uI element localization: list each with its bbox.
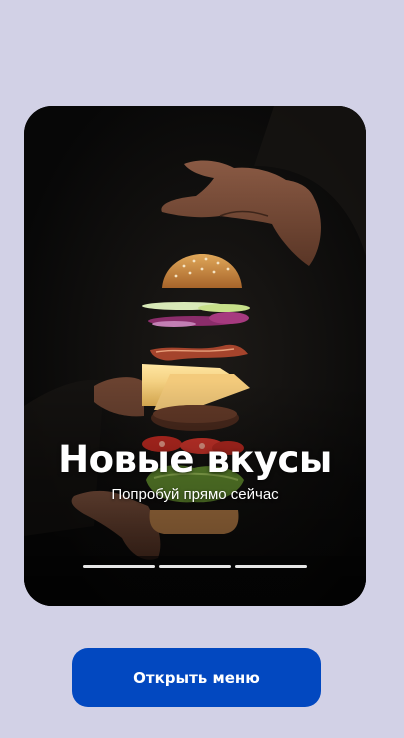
pager-indicator-1[interactable]	[83, 565, 155, 568]
promo-carousel-card[interactable]: Новые вкусы Попробуй прямо сейчас	[24, 106, 366, 606]
promo-title: Новые вкусы	[58, 438, 332, 481]
promo-subtitle: Попробуй прямо сейчас	[111, 486, 279, 503]
pager-indicator-2[interactable]	[159, 565, 231, 568]
promo-image-shade	[24, 106, 366, 606]
pager-indicator-3[interactable]	[235, 565, 307, 568]
carousel-pager	[83, 565, 307, 568]
open-menu-button[interactable]: Открыть меню	[72, 648, 321, 707]
